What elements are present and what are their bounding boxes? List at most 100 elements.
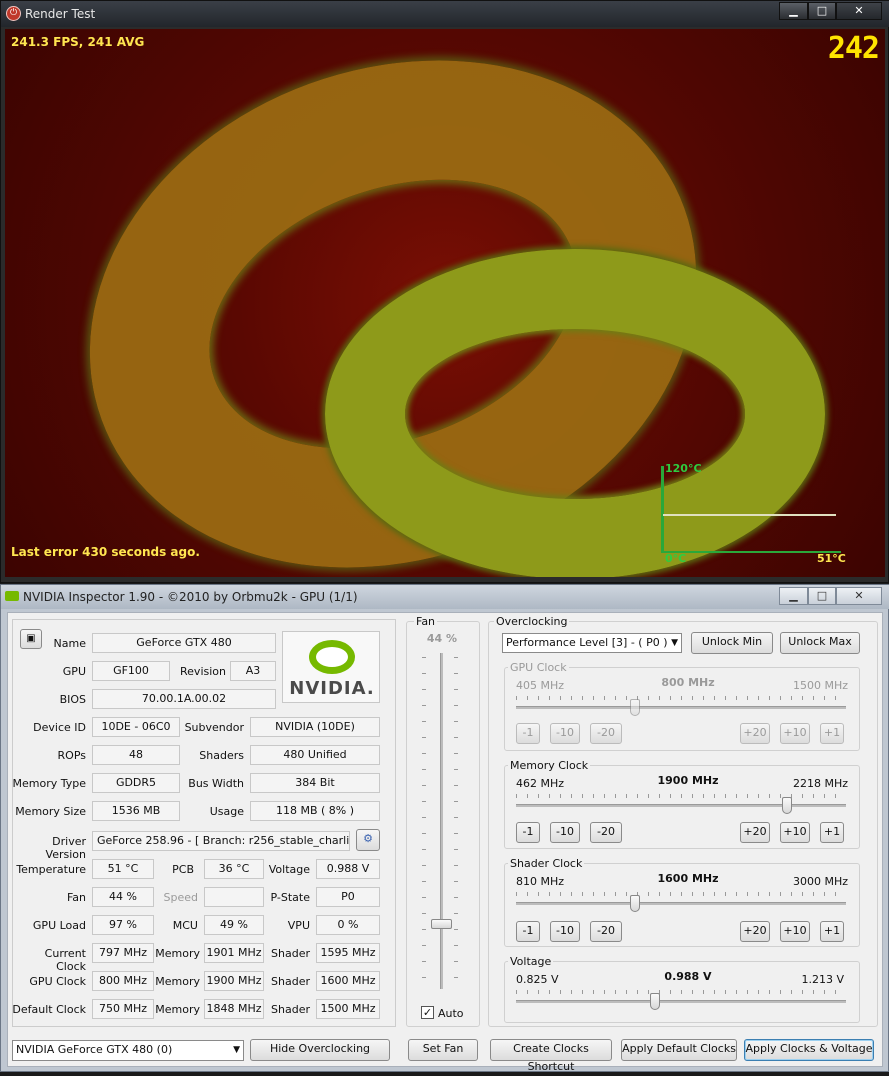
memory-clock-group-title: Memory Clock	[508, 759, 591, 772]
fan-panel-title: Fan	[414, 615, 438, 628]
subvendor-label: Subvendor	[184, 721, 244, 734]
apply-default-clocks-button[interactable]: Apply Default Clocks	[621, 1039, 737, 1061]
unlock-min-button[interactable]: Unlock Min	[691, 632, 773, 654]
shader-clock-plus-1[interactable]: +1	[820, 921, 844, 942]
shader-clock-minus-10[interactable]: -10	[550, 921, 580, 942]
current-clock-value: 797 MHz	[92, 943, 154, 963]
memory-clock-minus-1[interactable]: -1	[516, 822, 540, 843]
apply-clocks-voltage-button[interactable]: Apply Clocks & Voltage	[744, 1039, 874, 1061]
shader-clock-minus-20[interactable]: -20	[590, 921, 622, 942]
shaders-value: 480 Unified	[250, 745, 380, 765]
pcb-value: 36 °C	[204, 859, 264, 879]
revision-label: Revision	[180, 665, 226, 678]
maximize-button[interactable]: □	[808, 587, 836, 605]
memory-type-label: Memory Type	[12, 777, 87, 790]
close-icon: ✕	[854, 4, 864, 17]
gpu-clock-max: 1500 MHz	[792, 679, 848, 692]
close-button[interactable]: ✕	[836, 587, 882, 605]
fan-speed-readout: 44 %	[426, 632, 458, 645]
bus-width-value: 384 Bit	[250, 773, 380, 793]
memory-clock-minus-20[interactable]: -20	[590, 822, 622, 843]
voltage-track[interactable]	[516, 1000, 846, 1003]
memory-clock-slider-thumb[interactable]	[781, 797, 792, 814]
memory-clock-plus-1[interactable]: +1	[820, 822, 844, 843]
name-value: GeForce GTX 480	[92, 633, 276, 653]
performance-level-value: Performance Level [3] - ( P0 )	[506, 636, 668, 649]
close-button[interactable]: ✕	[836, 2, 882, 20]
fan-slider-thumb[interactable]	[431, 919, 452, 930]
gpu-select[interactable]: NVIDIA GeForce GTX 480 (0) ▼	[12, 1040, 244, 1061]
usage-label: Usage	[209, 805, 244, 818]
shader-clock-min: 810 MHz	[516, 875, 565, 888]
gpu-clock-minus-20: -20	[590, 723, 622, 744]
vpu-value: 0 %	[316, 915, 380, 935]
fan-value: 44 %	[92, 887, 154, 907]
memory-clock-current: 1900 MHz	[657, 774, 719, 787]
rops-value: 48	[92, 745, 180, 765]
minimize-icon: ▁	[789, 589, 798, 602]
create-clocks-shortcut-button[interactable]: Create Clocks Shortcut	[490, 1039, 612, 1073]
memory-clock-minus-10[interactable]: -10	[550, 822, 580, 843]
performance-level-select[interactable]: Performance Level [3] - ( P0 ) ▼	[502, 633, 682, 653]
shader-clock-slider-thumb[interactable]	[629, 895, 640, 912]
fan-slider-track[interactable]	[440, 653, 443, 989]
memory-clock-track[interactable]	[516, 804, 846, 807]
pcb-label: PCB	[172, 863, 194, 876]
set-fan-button[interactable]: Set Fan	[408, 1039, 478, 1061]
maximize-icon: □	[816, 4, 828, 17]
voltage-slider-thumb[interactable]	[649, 993, 660, 1010]
current-shader-value: 1595 MHz	[316, 943, 380, 963]
voltage-label: Voltage	[268, 863, 310, 876]
chevron-down-icon: ▼	[671, 638, 678, 648]
temp-graph-axis	[661, 466, 664, 552]
gpu-load-label: GPU Load	[32, 919, 86, 932]
default-clock-label: Default Clock	[12, 1003, 86, 1016]
rops-label: ROPs	[57, 749, 86, 762]
revision-value: A3	[230, 661, 276, 681]
current-memory-value: 1901 MHz	[204, 943, 264, 963]
shader-clock-plus-20[interactable]: +20	[740, 921, 770, 942]
nvidia-inspector-window: NVIDIA Inspector 1.90 - ©2010 by Orbmu2k…	[0, 584, 889, 1073]
driver-settings-button[interactable]: ⚙	[356, 829, 380, 851]
subvendor-value: NVIDIA (10DE)	[250, 717, 380, 737]
device-id-value: 10DE - 06C0	[92, 717, 180, 737]
logo-text: NVIDIA.	[289, 678, 375, 699]
unlock-max-button[interactable]: Unlock Max	[780, 632, 860, 654]
voltage-current: 0.988 V	[664, 970, 712, 983]
driver-label: Driver Version	[45, 835, 86, 861]
maximize-button[interactable]: □	[808, 2, 836, 20]
shader-clock-track[interactable]	[516, 902, 846, 905]
chevron-down-icon: ▼	[233, 1045, 240, 1055]
inspector-titlebar[interactable]: NVIDIA Inspector 1.90 - ©2010 by Orbmu2k…	[1, 585, 889, 609]
mcu-value: 49 %	[204, 915, 264, 935]
memory-clock-plus-20[interactable]: +20	[740, 822, 770, 843]
gpu-clock-slider-thumb	[629, 699, 640, 716]
current-clock-label: Current Clock	[44, 947, 86, 973]
hide-overclocking-button[interactable]: Hide Overclocking	[250, 1039, 390, 1061]
temperature-value: 51 °C	[92, 859, 154, 879]
fan-slider-ticks	[422, 657, 426, 987]
temp-graph-baseline	[661, 551, 841, 553]
mcu-label: MCU	[172, 919, 198, 932]
minimize-button[interactable]: ▁	[779, 2, 808, 20]
fan-auto-checkbox[interactable]: ✓	[421, 1006, 434, 1019]
device-id-label: Device ID	[33, 721, 86, 734]
memory-clock-ticks	[516, 794, 846, 798]
render-test-titlebar[interactable]: ⏻ Render Test ▁ □ ✕	[1, 1, 889, 27]
shaders-label: Shaders	[199, 749, 244, 762]
bus-width-label: Bus Width	[188, 777, 244, 790]
nvidia-icon	[5, 591, 19, 601]
shader-clock-minus-1[interactable]: -1	[516, 921, 540, 942]
fps-readout: 241.3 FPS, 241 AVG	[11, 35, 145, 49]
gpu-label: GPU	[62, 665, 86, 678]
minimize-button[interactable]: ▁	[779, 587, 808, 605]
memory-clock-plus-10[interactable]: +10	[780, 822, 810, 843]
inspector-title: NVIDIA Inspector 1.90 - ©2010 by Orbmu2k…	[23, 590, 358, 604]
shader-clock-group-title: Shader Clock	[508, 857, 585, 870]
shader-clock-plus-10[interactable]: +10	[780, 921, 810, 942]
gpu-load-value: 97 %	[92, 915, 154, 935]
last-error-text: Last error 430 seconds ago.	[11, 545, 200, 559]
current-shader-label: Shader	[271, 947, 310, 960]
bios-label: BIOS	[59, 693, 86, 706]
gpu-clock-min: 405 MHz	[516, 679, 565, 692]
